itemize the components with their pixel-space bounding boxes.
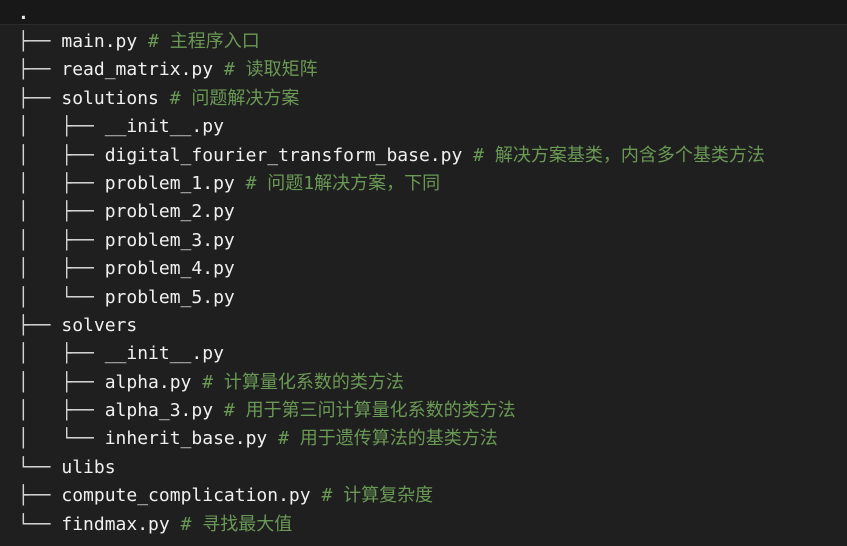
tree-branch: ├──	[18, 31, 62, 52]
tree-branch: │ ├──	[18, 172, 105, 194]
file-comment: # 主程序入口	[137, 31, 260, 52]
file-name: __init__.py	[104, 116, 224, 138]
tree-line: ├── compute_complication.py # 计算复杂度	[18, 482, 847, 510]
file-comment: # 寻找最大值	[169, 513, 293, 535]
tree-line: ├── main.py # 主程序入口	[18, 28, 847, 56]
tree-line: ├── solvers	[18, 312, 847, 340]
tree-branch: │ ├──	[18, 258, 105, 280]
tree-line: └── ulibs	[18, 454, 847, 482]
file-name: findmax.py	[61, 513, 170, 535]
file-comment: # 计算复杂度	[310, 485, 434, 507]
tree-line: │ ├── alpha_3.py # 用于第三问计算量化系数的类方法	[18, 397, 847, 425]
file-name: inherit_base.py	[104, 428, 268, 450]
file-comment: # 解决方案基类，内含多个基类方法	[462, 144, 765, 166]
tree-root: .	[18, 3, 29, 24]
tree-line: ├── solutions # 问题解决方案	[18, 85, 847, 113]
tree-branch: └──	[18, 456, 62, 478]
file-comment: # 问题解决方案	[158, 87, 300, 109]
tree-branch: ├──	[18, 59, 62, 81]
file-comment: # 读取矩阵	[213, 59, 318, 81]
tree-line: │ ├── problem_3.py	[18, 227, 847, 255]
tree-line: │ └── problem_5.py	[18, 284, 847, 312]
tree-branch: │ ├──	[18, 400, 105, 422]
tree-branch: │ ├──	[18, 229, 105, 251]
file-tree: ├── main.py # 主程序入口 ├── read_matrix.py #…	[18, 28, 847, 539]
file-comment: # 计算量化系数的类方法	[191, 371, 404, 393]
tree-branch: │ ├──	[18, 144, 105, 166]
file-name: problem_2.py	[104, 201, 235, 223]
tree-line: │ ├── __init__.py	[18, 340, 847, 368]
tree-branch: │ └──	[18, 286, 105, 308]
file-comment: # 用于遗传算法的基类方法	[267, 428, 498, 450]
tree-branch: │ └──	[18, 428, 105, 450]
folder-name: solutions	[61, 87, 159, 109]
tree-branch: ├──	[18, 485, 62, 507]
file-name: problem_1.py	[104, 172, 235, 194]
file-name: compute_complication.py	[61, 485, 311, 507]
file-name: problem_5.py	[104, 286, 235, 308]
folder-name: ulibs	[61, 456, 116, 478]
top-strip	[0, 0, 847, 25]
tree-line: │ ├── problem_2.py	[18, 198, 847, 226]
tree-line: ├── read_matrix.py # 读取矩阵	[18, 56, 847, 84]
file-name: alpha.py	[104, 371, 192, 393]
tree-branch: │ ├──	[18, 343, 105, 365]
tree-branch: └──	[18, 513, 62, 535]
file-name: __init__.py	[104, 343, 224, 365]
tree-line: │ └── inherit_base.py # 用于遗传算法的基类方法	[18, 425, 847, 453]
file-name: read_matrix.py	[61, 59, 214, 81]
file-name: alpha_3.py	[104, 400, 214, 422]
tree-branch: │ ├──	[18, 116, 105, 138]
tree-line: └── findmax.py # 寻找最大值	[18, 511, 847, 539]
tree-line: │ ├── problem_1.py # 问题1解决方案，下同	[18, 170, 847, 198]
tree-branch: ├──	[18, 314, 62, 336]
file-name: main.py	[61, 31, 138, 52]
tree-line: │ ├── __init__.py	[18, 113, 847, 141]
file-comment: # 问题1解决方案，下同	[234, 172, 441, 194]
tree-branch: ├──	[18, 87, 62, 109]
tree-line: │ ├── problem_4.py	[18, 255, 847, 283]
tree-branch: │ ├──	[18, 201, 105, 223]
file-comment: # 用于第三问计算量化系数的类方法	[213, 400, 516, 422]
file-name: digital_fourier_transform_base.py	[104, 144, 463, 166]
file-name: problem_4.py	[104, 258, 235, 280]
tree-line: │ ├── alpha.py # 计算量化系数的类方法	[18, 369, 847, 397]
tree-line: │ ├── digital_fourier_transform_base.py …	[18, 142, 847, 170]
folder-name: solvers	[61, 314, 138, 336]
file-name: problem_3.py	[104, 229, 235, 251]
tree-branch: │ ├──	[18, 371, 105, 393]
